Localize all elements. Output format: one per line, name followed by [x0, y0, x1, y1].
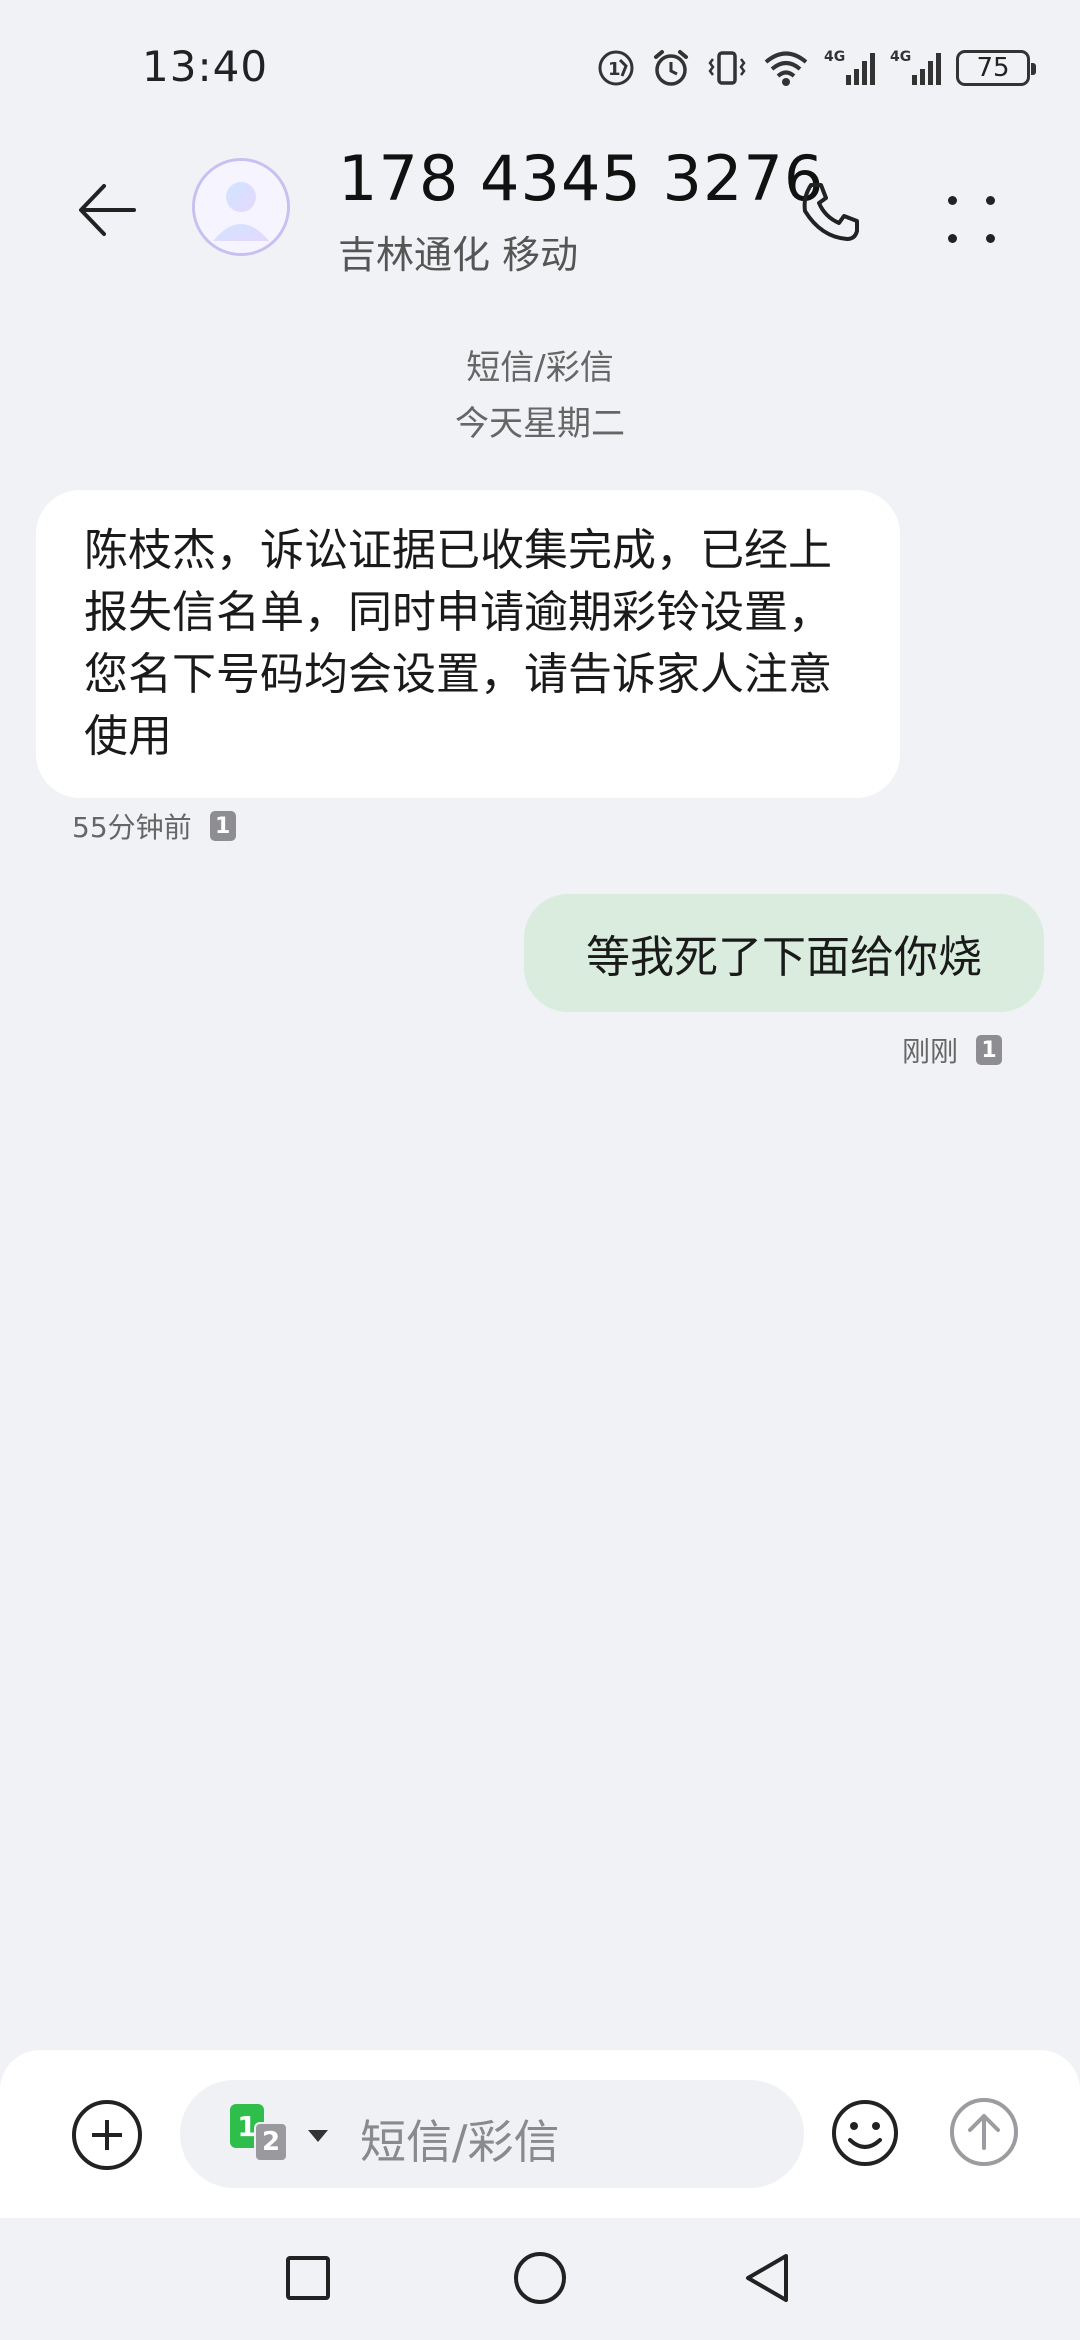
incoming-message-meta: 55分钟前 1 — [72, 806, 236, 846]
status-time: 13:40 — [142, 42, 269, 91]
contact-avatar[interactable] — [192, 158, 290, 256]
hd-call-icon: 1 — [598, 50, 634, 86]
send-button[interactable] — [948, 2096, 1020, 2168]
send-arrow-icon — [950, 2098, 1018, 2166]
battery-level: 75 — [976, 53, 1010, 83]
sim-badge: 1 — [976, 1035, 1002, 1065]
person-icon — [195, 161, 287, 253]
svg-text:4G: 4G — [824, 49, 845, 65]
message-input-placeholder: 短信/彩信 — [360, 2115, 560, 2169]
chevron-down-icon — [308, 2130, 328, 2142]
emoji-button[interactable] — [830, 2098, 900, 2168]
status-bar: 13:40 1 4G 4G 75 — [0, 0, 1080, 140]
message-time: 刚刚 — [901, 1035, 958, 1068]
more-dots-icon — [986, 196, 995, 205]
more-dots-icon — [948, 234, 957, 243]
back-button[interactable] — [68, 170, 148, 250]
message-input[interactable]: 1 2 短信/彩信 — [180, 2080, 804, 2188]
smiley-icon — [832, 2100, 898, 2166]
svg-text:4G: 4G — [890, 49, 911, 65]
outgoing-message-meta: 刚刚 1 — [902, 1030, 1002, 1070]
more-dots-icon — [948, 196, 957, 205]
4g-signal-icon: 4G — [824, 49, 875, 85]
message-composer: 1 2 短信/彩信 — [0, 2050, 1080, 2218]
vibrate-icon — [708, 51, 746, 85]
home-button[interactable] — [514, 2252, 566, 2304]
call-button[interactable] — [790, 172, 870, 252]
svg-text:1: 1 — [608, 59, 621, 80]
contact-location-carrier: 吉林通化 移动 — [338, 233, 579, 277]
sim2-icon: 2 — [254, 2122, 288, 2162]
back-arrow-icon — [79, 184, 136, 236]
more-options-button[interactable] — [932, 176, 1012, 256]
triangle-back-icon — [746, 2254, 788, 2302]
phone-icon — [802, 183, 859, 241]
more-dots-icon — [986, 234, 995, 243]
outgoing-message-bubble[interactable]: 等我死了下面给你烧 — [524, 894, 1044, 1012]
status-icons: 1 4G 4G 75 — [596, 46, 1036, 90]
system-nav-bar — [0, 2218, 1080, 2340]
contact-number[interactable]: 178 4345 3276 — [338, 142, 824, 215]
conversation-header: 178 4345 3276 吉林通化 移动 — [0, 140, 1080, 300]
wifi-icon — [764, 51, 808, 86]
recents-button[interactable] — [286, 2256, 330, 2300]
nav-back-button[interactable] — [740, 2250, 796, 2306]
sim-badge: 1 — [209, 811, 236, 841]
conversation-date-label: 今天星期二 — [455, 404, 625, 444]
plus-circle-icon[interactable] — [72, 2100, 142, 2170]
battery-indicator: 75 — [956, 50, 1036, 86]
messaging-screen: 13:40 1 4G 4G 75 178 4345 3276 吉林通化 移动 短… — [0, 0, 1080, 2340]
alarm-icon — [654, 50, 688, 86]
incoming-message-bubble[interactable]: 陈枝杰，诉讼证据已收集完成，已经上报失信名单，同时申请逾期彩铃设置，您名下号码均… — [36, 490, 900, 798]
sim-selector[interactable]: 1 2 — [230, 2104, 340, 2164]
message-time: 55分钟前 — [72, 811, 192, 844]
conversation-type-label: 短信/彩信 — [466, 348, 614, 388]
4g-signal-icon: 4G — [890, 49, 941, 85]
